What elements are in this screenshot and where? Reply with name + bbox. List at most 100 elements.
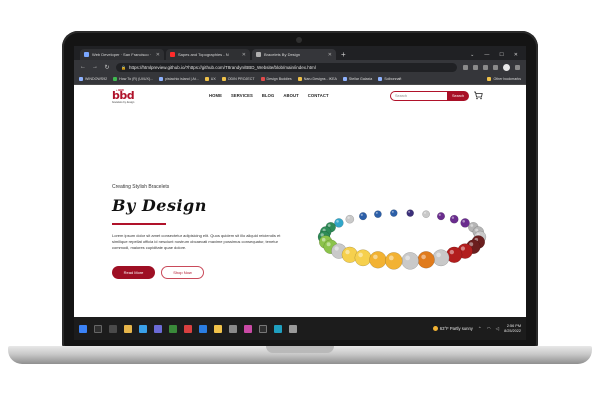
back-arrow-icon[interactable]: ← [80, 64, 86, 70]
bookmark-item[interactable]: Naru Designs - IKEA [297, 77, 337, 81]
app-icon[interactable] [184, 324, 192, 333]
bead-highlight [421, 254, 426, 260]
app-icon[interactable] [229, 324, 237, 333]
bookmark-item[interactable]: How To (R) (UI/UX)... [113, 77, 153, 81]
app-icon[interactable] [244, 324, 252, 333]
bookmark-item[interactable]: pistachio island | At... [159, 77, 199, 81]
tab-label: Bracelets By Design [264, 52, 301, 57]
title-underline [112, 223, 166, 225]
tab-linkedin[interactable]: Web Developer · San Francisco · ✕ [80, 49, 164, 60]
puzzle-icon[interactable] [493, 64, 498, 70]
teams-icon[interactable] [154, 324, 162, 333]
bracelet-bead [390, 209, 398, 217]
bookmark-item[interactable]: Design Buddies [260, 77, 292, 81]
volume-icon[interactable]: ◁ [496, 326, 499, 332]
bookmark-item[interactable]: WINDOWS92 [79, 77, 107, 81]
search-input[interactable] [390, 91, 447, 101]
windows-start-icon[interactable] [79, 324, 87, 333]
site-search: Search [390, 91, 469, 101]
file-explorer-icon[interactable] [124, 324, 132, 333]
weather-widget[interactable]: 63°F Partly sunny [432, 326, 473, 331]
bead-highlight [460, 246, 465, 251]
bookmark-item[interactable]: UX [204, 77, 216, 81]
star-icon[interactable] [473, 64, 478, 70]
share-icon[interactable] [463, 64, 468, 70]
bookmark-item[interactable]: Solbonnaft [378, 77, 401, 81]
bead-highlight [436, 252, 441, 258]
reload-icon[interactable]: ↻ [104, 64, 110, 71]
hero-description: Lorem ipsum dolor sit amet consectetur a… [112, 233, 281, 250]
system-clock[interactable]: 2:56 PM 8/25/2022 [504, 324, 521, 334]
bbd-logo[interactable]: bbd + BBD bracelets by design [112, 89, 152, 105]
bead-highlight [360, 213, 363, 216]
app-icon[interactable] [289, 324, 297, 333]
bookmarks-bar: WINDOWS92 How To (R) (UI/UX)... pistachi… [74, 74, 526, 85]
search-button[interactable]: Search [447, 91, 469, 101]
apps-icon [79, 77, 83, 81]
logo-badge: + BBD [116, 89, 124, 92]
bookmark-icon [113, 77, 118, 81]
menu-dots-icon[interactable] [515, 64, 520, 70]
chrome-icon[interactable] [169, 324, 177, 333]
shop-now-button[interactable]: Shop Now [161, 266, 204, 279]
windows-taskbar: 63°F Partly sunny ⌃ ◠ ◁ 2:56 PM 8/25/202… [74, 317, 526, 340]
maximize-icon[interactable]: ☐ [499, 52, 503, 58]
sun-icon [432, 326, 438, 331]
url-field[interactable]: 🔒 https://htmlpreview.github.io/?https:/… [116, 62, 457, 72]
minimize-icon[interactable]: — [484, 52, 489, 58]
close-icon[interactable]: ✕ [156, 52, 160, 58]
edge-icon[interactable] [139, 324, 147, 333]
close-window-icon[interactable]: ✕ [514, 52, 518, 58]
bookmark-icon [159, 77, 164, 81]
bead-highlight [347, 216, 350, 219]
close-icon[interactable]: ✕ [242, 52, 246, 58]
hero-tagline: Creating Stylish Bracelets [112, 184, 170, 190]
search-icon[interactable] [94, 324, 102, 333]
tab-youtube[interactable]: Sapes and Topographies - N ✕ [166, 49, 250, 60]
bookmark-item[interactable]: Stellar Galaxia [342, 77, 372, 81]
profile-avatar[interactable] [503, 63, 510, 71]
tab-label: Sapes and Topographies - N [178, 52, 229, 57]
read-more-button[interactable]: Read More [112, 266, 155, 279]
bead-highlight [470, 224, 474, 227]
nav-blog[interactable]: BLOG [262, 93, 275, 98]
nav-about[interactable]: ABOUT [283, 93, 298, 98]
laptop-mockup: Web Developer · San Francisco · ✕ Sapes … [0, 0, 600, 400]
new-tab-icon[interactable]: + [341, 49, 346, 60]
nav-services[interactable]: SERVICES [231, 93, 253, 98]
app-icon[interactable] [274, 324, 282, 333]
forward-arrow-icon[interactable]: → [92, 64, 98, 70]
cart-icon[interactable] [473, 90, 483, 100]
bbd-favicon [256, 52, 261, 57]
clock-date: 8/25/2022 [504, 328, 521, 333]
close-icon[interactable]: ✕ [328, 52, 332, 58]
bead-highlight [321, 237, 326, 242]
logo-subtitle: bracelets by design [112, 101, 135, 104]
tab-bracelets[interactable]: Bracelets By Design ✕ [252, 49, 336, 60]
app-icon[interactable] [199, 324, 207, 333]
other-bookmarks[interactable]: Other bookmarks [487, 77, 521, 81]
bookmark-icon [260, 77, 265, 81]
chevron-down-icon[interactable]: ⌄ [470, 52, 474, 58]
nav-contact[interactable]: CONTACT [308, 93, 329, 98]
app-icon[interactable] [259, 324, 267, 333]
task-view-icon[interactable] [109, 324, 117, 333]
laptop-screen: Web Developer · San Francisco · ✕ Sapes … [74, 46, 526, 340]
wifi-icon[interactable]: ◠ [487, 326, 491, 332]
laptop-lid: Web Developer · San Francisco · ✕ Sapes … [62, 31, 538, 348]
webcam [296, 37, 302, 43]
bracelet-bead [417, 251, 435, 269]
bead-highlight [345, 249, 350, 255]
linkedin-icon [84, 52, 89, 57]
bookmark-icon [378, 77, 383, 81]
bead-highlight [327, 224, 331, 227]
extension-icon[interactable] [483, 64, 488, 70]
bead-highlight [326, 242, 331, 247]
bookmark-item[interactable]: ODIN PROJECT [221, 77, 255, 81]
app-icon[interactable] [214, 324, 222, 333]
bracelet-bead [374, 210, 382, 219]
nav-home[interactable]: HOME [209, 93, 222, 98]
bracelet-bead [345, 214, 355, 224]
chevron-up-icon[interactable]: ⌃ [478, 326, 482, 332]
website-page: bbd + BBD bracelets by design HOME SERVI… [74, 85, 526, 317]
